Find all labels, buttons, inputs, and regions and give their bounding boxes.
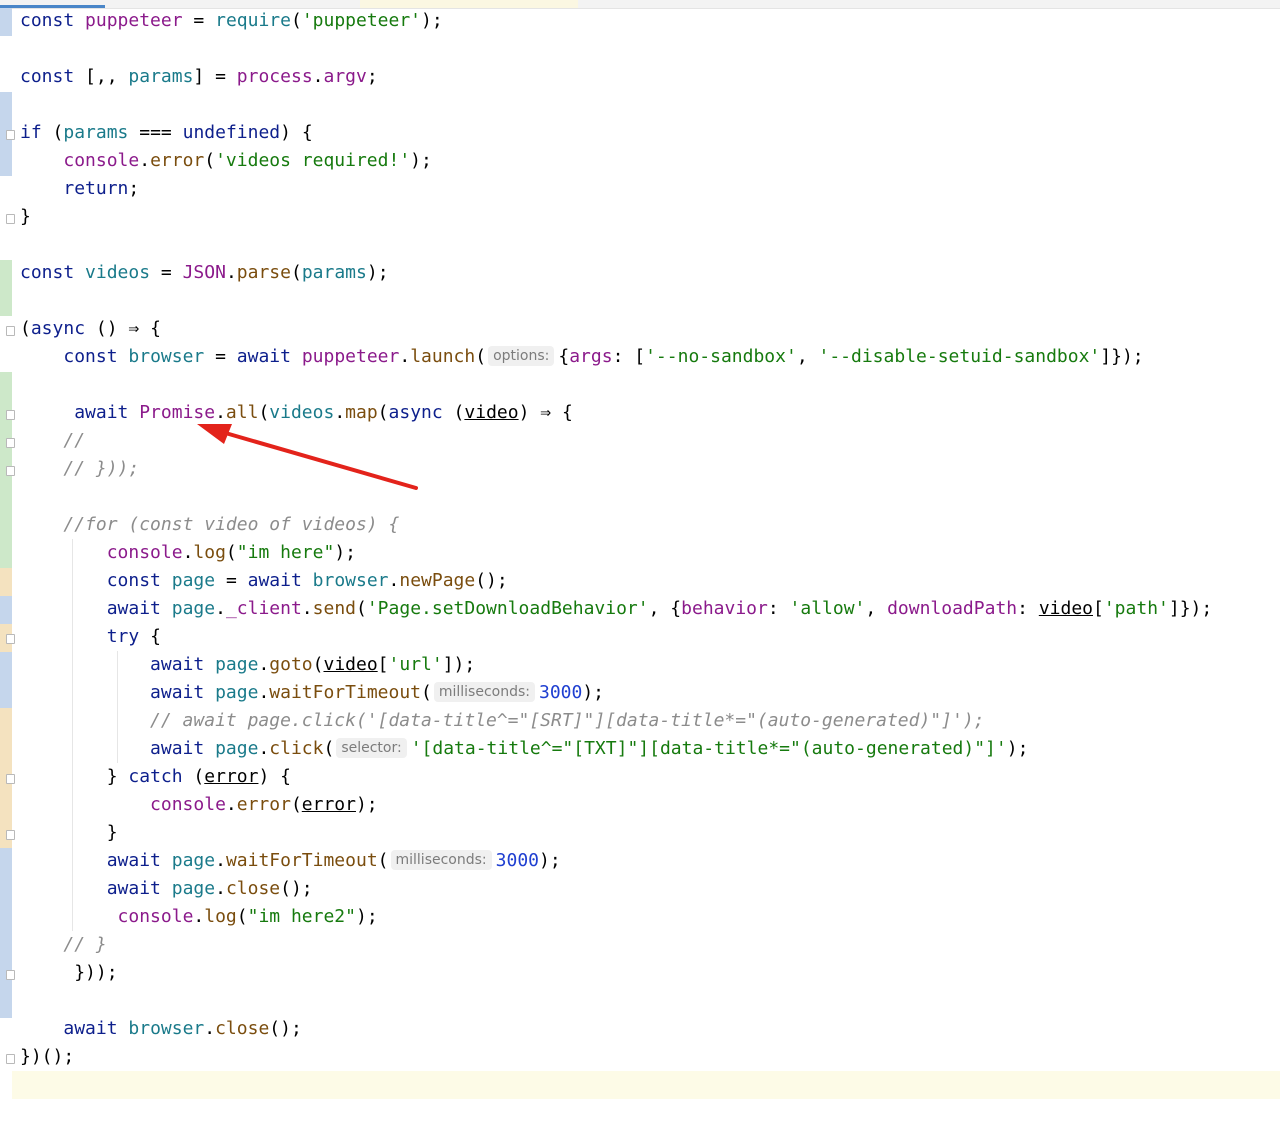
code-line-7[interactable]: return;	[20, 175, 1280, 203]
fold-toggle-icon[interactable]	[6, 214, 15, 224]
vcs-changed-marker	[0, 8, 12, 36]
code-line-8[interactable]: }	[20, 203, 1280, 231]
code-line-36[interactable]	[20, 987, 1280, 1015]
vcs-added-marker	[0, 260, 12, 316]
parameter-hint: milliseconds:	[390, 850, 492, 870]
code-line-17[interactable]: // }));	[20, 455, 1280, 483]
code-line-21[interactable]: const page = await browser.newPage();	[20, 567, 1280, 595]
code-line-22[interactable]: await page._client.send('Page.setDownloa…	[20, 595, 1280, 623]
fold-toggle-icon[interactable]	[6, 774, 15, 784]
code-line-27[interactable]: await page.click(selector: '[data-title^=…	[20, 735, 1280, 763]
code-line-39-current[interactable]	[12, 1071, 1280, 1099]
fold-toggle-icon[interactable]	[6, 634, 15, 644]
parameter-hint: options:	[488, 346, 555, 366]
code-line-19[interactable]: //for (const video of videos) {	[20, 511, 1280, 539]
vcs-changed-marker	[0, 652, 12, 708]
code-line-13[interactable]: const browser = await puppeteer.launch(o…	[20, 343, 1280, 371]
vcs-modified-marker	[0, 568, 12, 596]
code-line-24[interactable]: await page.goto(video['url']);	[20, 651, 1280, 679]
code-line-38[interactable]: })();	[20, 1043, 1280, 1071]
code-line-20[interactable]: console.log("im here");	[20, 539, 1280, 567]
fold-toggle-icon[interactable]	[6, 466, 15, 476]
code-line-1[interactable]: const puppeteer = require('puppeteer');	[20, 7, 1280, 35]
code-line-6[interactable]: console.error('videos required!');	[20, 147, 1280, 175]
fold-toggle-icon[interactable]	[6, 830, 15, 840]
fold-toggle-icon[interactable]	[6, 130, 15, 140]
code-line-37[interactable]: await browser.close();	[20, 1015, 1280, 1043]
vcs-changed-marker	[0, 848, 12, 1018]
code-line-25[interactable]: await page.waitForTimeout(milliseconds: 3…	[20, 679, 1280, 707]
vcs-changed-marker	[0, 596, 12, 624]
code-line-29[interactable]: console.error(error);	[20, 791, 1280, 819]
code-editor[interactable]: const puppeteer = require('puppeteer'); …	[12, 7, 1280, 1099]
code-line-9[interactable]	[20, 231, 1280, 259]
parameter-hint: milliseconds:	[433, 682, 535, 702]
code-line-15[interactable]: await Promise.all(videos.map(async (vide…	[20, 399, 1280, 427]
code-line-10[interactable]: const videos = JSON.parse(params);	[20, 259, 1280, 287]
code-line-5[interactable]: if (params === undefined) {	[20, 119, 1280, 147]
code-line-4[interactable]	[20, 91, 1280, 119]
code-line-32[interactable]: await page.close();	[20, 875, 1280, 903]
code-line-33[interactable]: console.log("im here2");	[20, 903, 1280, 931]
code-line-16[interactable]: //	[20, 427, 1280, 455]
code-line-2[interactable]	[20, 35, 1280, 63]
fold-toggle-icon[interactable]	[6, 1054, 15, 1064]
fold-toggle-icon[interactable]	[6, 970, 15, 980]
code-line-12[interactable]: (async () ⇒ {	[20, 315, 1280, 343]
code-line-3[interactable]: const [,, params] = process.argv;	[20, 63, 1280, 91]
code-line-35[interactable]: }));	[20, 959, 1280, 987]
code-line-26[interactable]: // await page.click('[data-title^="[SRT]…	[20, 707, 1280, 735]
parameter-hint: selector:	[336, 738, 407, 758]
code-line-11[interactable]	[20, 287, 1280, 315]
code-line-28[interactable]: } catch (error) {	[20, 763, 1280, 791]
code-line-30[interactable]: }	[20, 819, 1280, 847]
fold-toggle-icon[interactable]	[6, 410, 15, 420]
fold-toggle-icon[interactable]	[6, 326, 15, 336]
code-line-34[interactable]: // }	[20, 931, 1280, 959]
fold-toggle-icon[interactable]	[6, 438, 15, 448]
editor-gutter	[0, 8, 15, 1134]
code-line-23[interactable]: try {	[20, 623, 1280, 651]
code-line-14[interactable]	[20, 371, 1280, 399]
code-line-31[interactable]: await page.waitForTimeout(milliseconds: 3…	[20, 847, 1280, 875]
code-line-18[interactable]	[20, 483, 1280, 511]
